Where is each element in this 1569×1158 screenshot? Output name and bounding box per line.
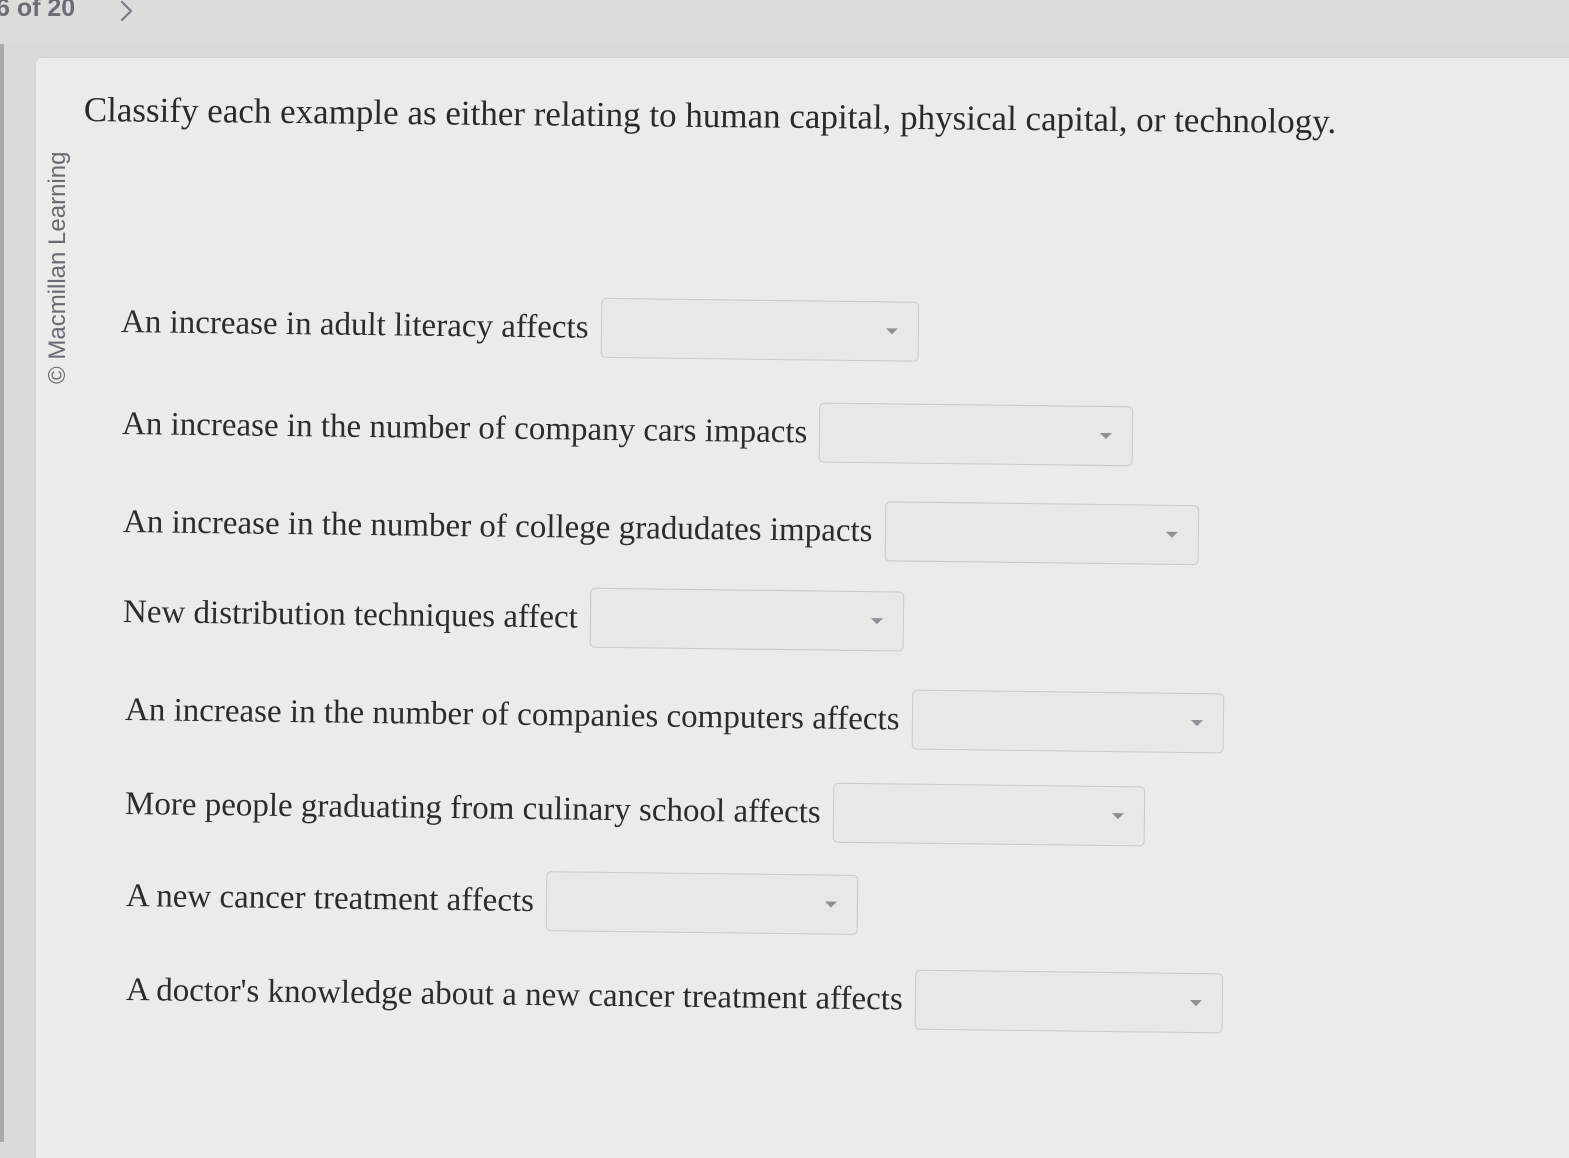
classification-dropdown[interactable] <box>545 871 859 935</box>
row-prompt: A doctor's knowledge about a new cancer … <box>125 971 904 1017</box>
classify-row: More people graduating from culinary sch… <box>124 774 1146 847</box>
row-prompt: An increase in the number of company car… <box>121 405 808 450</box>
copyright-credit: © Macmillan Learning <box>44 151 71 384</box>
caret-down-icon <box>885 328 898 335</box>
classify-row: A new cancer treatment affects <box>126 866 859 935</box>
row-prompt: New distribution techniques affect <box>122 593 579 636</box>
caret-down-icon <box>1190 720 1203 727</box>
caret-down-icon <box>870 618 883 625</box>
screen-edge <box>0 0 4 1142</box>
classification-dropdown[interactable] <box>884 501 1199 566</box>
caret-down-icon <box>1111 813 1124 820</box>
classification-dropdown[interactable] <box>600 297 919 362</box>
row-prompt: An increase in the number of companies c… <box>124 691 900 737</box>
classification-dropdown[interactable] <box>819 402 1134 467</box>
row-prompt: A new cancer treatment affects <box>125 877 535 919</box>
classification-dropdown[interactable] <box>832 782 1146 847</box>
top-navigation: 6 of 20 <box>0 0 1569 44</box>
classification-dropdown[interactable] <box>589 587 905 652</box>
caret-down-icon <box>824 901 837 908</box>
row-prompt: An increase in the number of college gra… <box>122 503 873 549</box>
classification-dropdown[interactable] <box>914 969 1224 1034</box>
chevron-right-icon[interactable] <box>116 0 138 22</box>
caret-down-icon <box>1165 531 1178 538</box>
question-counter: 6 of 20 <box>0 0 76 22</box>
row-prompt: An increase in adult literacy affects <box>120 303 589 346</box>
row-prompt: More people graduating from culinary sch… <box>124 785 822 830</box>
classify-row: New distribution techniques affect <box>123 582 905 652</box>
caret-down-icon <box>1100 432 1113 440</box>
classify-row: An increase in the number of company car… <box>121 394 1134 467</box>
classify-row: An increase in adult literacy affects <box>121 292 919 362</box>
classification-dropdown[interactable] <box>911 689 1224 754</box>
caret-down-icon <box>1189 999 1202 1007</box>
